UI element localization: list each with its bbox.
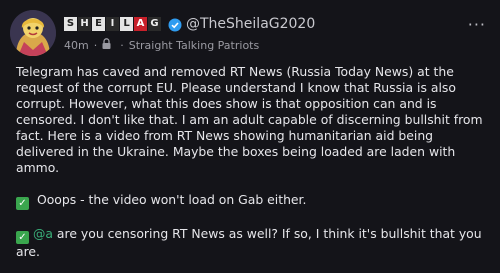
post-header: S H E I L A G @TheSheilaG2020 40m · · St… [64, 14, 460, 54]
post-paragraph: Telegram has caved and removed RT News (… [16, 64, 483, 175]
name-letter: L [120, 17, 133, 31]
post-text: are you censoring RT News as well? If so… [16, 226, 482, 259]
check-mark-icon: ✓ [16, 231, 29, 244]
name-letter: A [134, 17, 147, 31]
post-paragraph: ✓ Ooops - the video won't load on Gab ei… [16, 192, 486, 210]
verified-badge-icon [168, 17, 182, 32]
mention-link[interactable]: @a [33, 226, 53, 241]
post-timestamp[interactable]: 40m [64, 39, 89, 52]
group-link[interactable]: Straight Talking Patriots [129, 39, 260, 52]
post-paragraph: ✓ @a are you censoring RT News as well? I… [16, 226, 486, 260]
gab-post: S H E I L A G @TheSheilaG2020 40m · · St… [0, 0, 500, 273]
meta-separator: · [120, 38, 124, 52]
more-options-icon[interactable]: ··· [468, 17, 486, 33]
name-letter: H [78, 17, 91, 31]
name-letter: E [92, 17, 105, 31]
lock-icon [102, 38, 111, 52]
name-letter: I [106, 17, 119, 31]
post-body: Telegram has caved and removed RT News (… [16, 64, 486, 260]
name-letter: G [148, 17, 161, 31]
display-name[interactable]: S H E I L A G [64, 17, 162, 31]
post-text: Ooops - the video won't load on Gab eith… [33, 192, 307, 207]
name-letter: S [64, 17, 77, 31]
meta-separator: · [93, 38, 98, 52]
check-mark-icon: ✓ [16, 197, 29, 210]
author-handle[interactable]: @TheSheilaG2020 [186, 16, 315, 32]
avatar[interactable] [10, 10, 56, 56]
